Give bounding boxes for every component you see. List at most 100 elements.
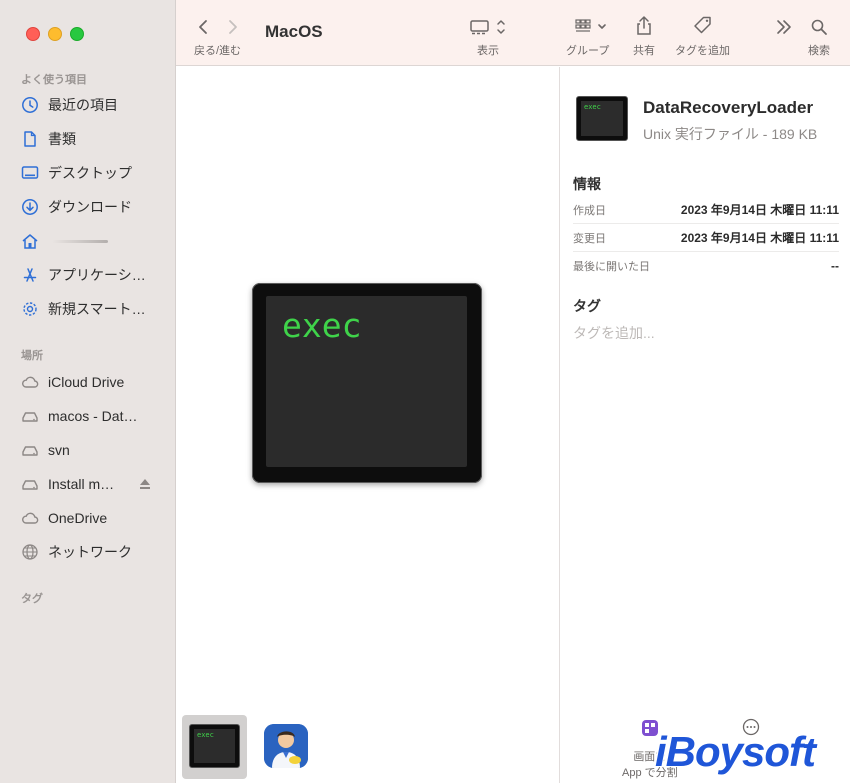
sidebar-section-locations: 場所 [21,350,43,362]
window-controls [26,27,84,41]
sidebar-item-label: アプリケーシ… [48,267,146,283]
file-icon-exec-label: exec [584,103,601,111]
eject-icon[interactable] [138,477,152,491]
add-tag-button[interactable]: タグを追加 [675,15,730,58]
info-value: 2023 年9月14日 木曜日 11:11 [680,231,839,245]
sidebar-section-favorites: よく使う項目 [21,74,87,86]
info-value: -- [831,259,839,273]
cloud-icon [20,372,40,392]
back-forward-label: 戻る/進む [194,45,242,57]
info-key: 最後に開いた日 [573,261,650,273]
sidebar-item-downloads[interactable]: ダウンロード [20,193,168,221]
chevron-left-icon[interactable] [195,18,211,36]
sidebar-item-label: iCloud Drive [48,374,125,390]
doctor-app-icon [264,724,308,768]
network-icon [20,542,40,562]
info-heading: 情報 [573,176,601,192]
sidebar-item-label: ダウンロード [48,199,132,215]
cloud-icon [20,508,40,528]
toolbar: 戻る/進む MacOS 表示 グループ 共有 タグを追加 検索 [176,0,850,66]
iboysoft-watermark: iBoysoft [655,728,816,775]
sidebar-item-onedrive[interactable]: OneDrive [20,504,168,532]
sidebar: よく使う項目 最近の項目 書類 デスクトップ ダウンロード アプリケーシ… 新規… [0,0,176,783]
sidebar-item-applications[interactable]: アプリケーシ… [20,261,168,289]
redacted-username [52,239,108,243]
sidebar-item-network[interactable]: ネットワーク [20,538,168,566]
sidebar-item-home[interactable] [20,227,168,255]
sidebar-item-icloud[interactable]: iCloud Drive [20,368,168,396]
chevron-right-icon[interactable] [225,18,241,36]
zoom-button[interactable] [70,27,84,41]
sidebar-item-recents[interactable]: 最近の項目 [20,91,168,119]
search-icon [811,19,827,35]
sidebar-item-label: svn [48,442,70,458]
file-kind: Unix 実行ファイル - 189 KB [643,126,818,142]
search-label: 検索 [808,45,830,57]
info-key: 作成日 [573,204,606,217]
sidebar-item-label: Install m… [48,476,115,492]
drive-icon [20,406,40,426]
add-tag-label: タグを追加 [675,45,730,57]
terminal-screen: exec [266,296,467,467]
document-icon [20,129,40,149]
file-icon-screen: exec [581,101,623,136]
double-chevron-icon [777,20,791,34]
thumbnail-exec-label: exec [197,731,214,739]
sidebar-item-label: 最近の項目 [48,97,118,113]
thumbnail-exec[interactable]: exec [189,724,240,768]
download-icon [20,197,40,217]
more-button[interactable] [774,18,794,36]
share-button[interactable]: 共有 [633,15,655,58]
info-row-last-opened: 最後に開いた日 -- [573,252,839,280]
sidebar-item-label: macos - Dat… [48,408,138,424]
share-label: 共有 [633,45,655,57]
thumbnail-screen: exec [194,729,235,763]
group-label: グループ [566,45,610,57]
view-gallery-icon [470,20,505,35]
clock-icon [20,95,40,115]
tags-input[interactable]: タグを追加... [573,323,655,343]
sidebar-item-smart-folder[interactable]: 新規スマート… [20,295,168,323]
share-icon [637,16,651,35]
desktop-icon [20,163,40,183]
sidebar-item-label: デスクトップ [48,165,132,181]
sidebar-section-tags: タグ [21,593,43,605]
gallery-view: exec exec [176,67,559,783]
sidebar-item-macos-drive[interactable]: macos - Dat… [20,402,168,430]
finder-window: よく使う項目 最近の項目 書類 デスクトップ ダウンロード アプリケーシ… 新規… [0,0,850,783]
info-value: 2023 年9月14日 木曜日 11:11 [680,203,839,217]
drive-icon [20,440,40,460]
minimize-button[interactable] [48,27,62,41]
tags-heading: タグ [573,298,601,314]
drive-icon [20,474,40,494]
exec-label: exec [282,306,362,345]
sidebar-item-label: OneDrive [48,510,108,526]
tag-icon [693,16,711,34]
back-forward-control[interactable]: 戻る/進む [194,18,241,58]
info-key: 変更日 [573,232,606,245]
view-button[interactable]: 表示 [469,18,507,58]
group-grid-icon [575,19,606,32]
search-button[interactable]: 検索 [808,18,830,58]
file-name: DataRecoveryLoader [643,98,814,117]
info-row-modified: 変更日 2023 年9月14日 木曜日 11:11 [573,224,839,252]
sidebar-item-install[interactable]: Install m… [20,470,168,498]
sidebar-item-label: 書類 [48,131,76,147]
sidebar-item-label: ネットワーク [48,544,132,560]
info-panel: exec DataRecoveryLoader Unix 実行ファイル - 18… [560,67,850,783]
info-row-created: 作成日 2023 年9月14日 木曜日 11:11 [573,196,839,224]
gear-icon [20,299,40,319]
view-label: 表示 [477,45,499,57]
exec-file-preview[interactable]: exec [252,283,482,483]
group-button[interactable]: グループ [566,18,609,58]
sidebar-item-desktop[interactable]: デスクトップ [20,159,168,187]
sidebar-item-documents[interactable]: 書類 [20,125,168,153]
home-icon [20,231,40,251]
applications-icon [20,265,40,285]
sidebar-item-label: 新規スマート… [48,301,146,317]
close-button[interactable] [26,27,40,41]
thumbnail-app[interactable] [264,724,308,768]
sidebar-item-svn[interactable]: svn [20,436,168,464]
file-icon: exec [576,96,628,141]
window-title: MacOS [265,22,323,41]
